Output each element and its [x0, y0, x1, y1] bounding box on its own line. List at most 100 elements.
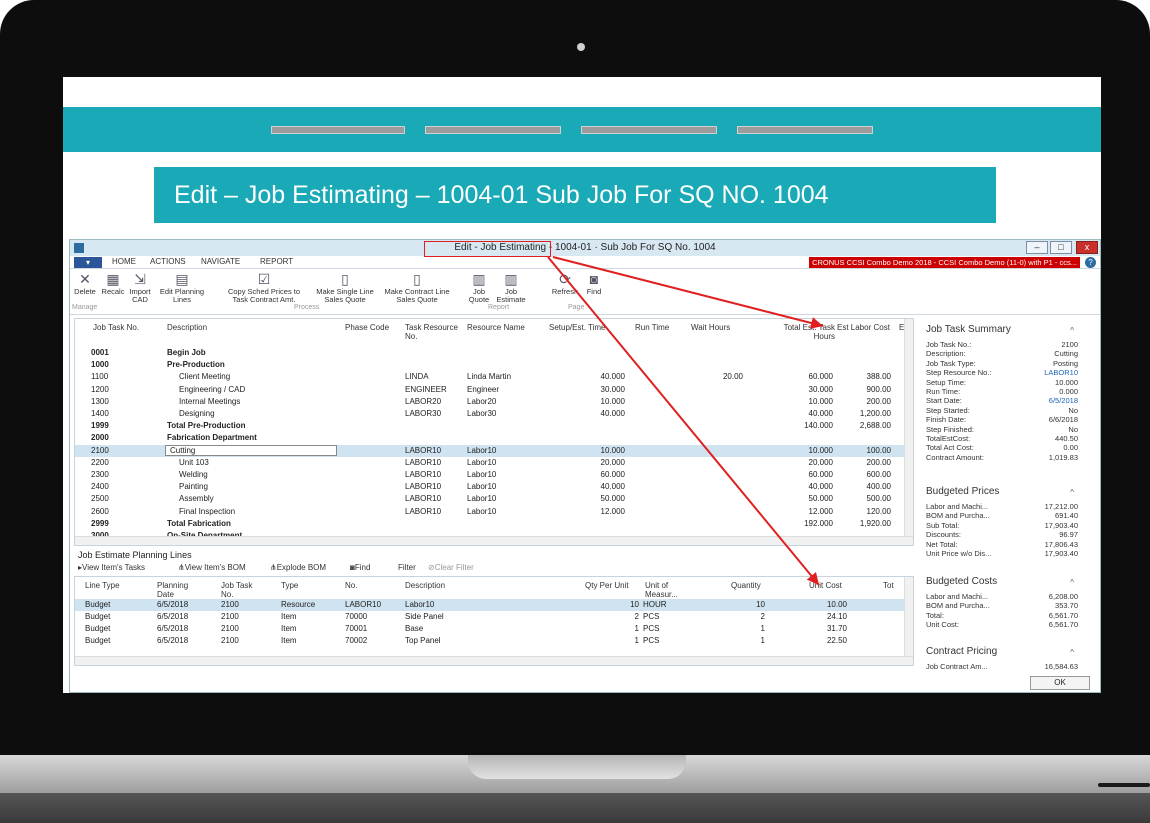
make-contract-line-quote-button[interactable]: ▯ Make Contract Line Sales Quote: [382, 271, 452, 304]
field-value: 17,903.40: [1044, 520, 1078, 530]
vertical-scrollbar[interactable]: [904, 577, 913, 665]
table-row[interactable]: 1400 Designing LABOR30 Labor30 40.000 40.000 1…: [75, 408, 905, 420]
description-cell: Base: [405, 624, 424, 633]
col-header-description[interactable]: Description: [167, 323, 207, 332]
edit-planning-lines-button[interactable]: ▤ Edit Planning Lines: [154, 271, 210, 304]
field-label: Run Time:: [926, 387, 961, 396]
col-header-setup-time[interactable]: Setup/Est. Time: [549, 323, 605, 332]
job-quote-button[interactable]: ▥ Job Quote: [466, 271, 492, 304]
find-button[interactable]: ◙ Find: [582, 271, 606, 296]
resource-name-cell: Labor10: [467, 445, 497, 455]
col-header-phase-code[interactable]: Phase Code: [345, 323, 389, 332]
table-row[interactable]: 2200 Unit 103 LABOR10 Labor10 20.000 20.000 20…: [75, 457, 905, 469]
group-label-process: Process: [294, 304, 320, 311]
import-cad-button[interactable]: ⇲ Import CAD: [127, 271, 153, 304]
tab-report[interactable]: REPORT: [260, 257, 293, 266]
recalc-button[interactable]: ▦ Recalc: [100, 271, 126, 296]
table-row[interactable]: 1100 Client Meeting LINDA Linda Martin 40.00…: [75, 371, 905, 383]
tab-navigate[interactable]: NAVIGATE: [201, 257, 240, 266]
field-label: TotalEstCost:: [926, 434, 971, 443]
table-row[interactable]: 1300 Internal Meetings LABOR20 Labor20 10.00…: [75, 396, 905, 408]
delete-button[interactable]: ✕ Delete: [72, 271, 98, 296]
col-header-quantity[interactable]: Quantity: [731, 581, 761, 590]
maximize-button[interactable]: □: [1050, 241, 1072, 254]
job-task-no-cell: 1400: [91, 409, 109, 418]
table-row[interactable]: Budget 6/5/2018 2100 Resource LABOR10 Labor10…: [75, 599, 905, 611]
table-row[interactable]: 1200 Engineering / CAD ENGINEER Engineer 30.…: [75, 384, 905, 396]
col-header-description[interactable]: Description: [405, 581, 445, 590]
ok-button[interactable]: OK: [1030, 676, 1090, 690]
table-row[interactable]: 2500 Assembly LABOR10 Labor10 50.000 50.000 50…: [75, 493, 905, 505]
est-labor-cost-cell: 388.00: [866, 372, 891, 382]
collapse-icon[interactable]: ^: [1070, 578, 1074, 587]
col-header-job-task-no[interactable]: Job Task No.: [221, 581, 261, 599]
col-header-est-labor-cost[interactable]: Est Labor Cost: [837, 323, 890, 332]
ribbon: ✕ Delete ▦ Recalc ⇲ Import CAD ▤ Edit Planni…: [70, 269, 1100, 315]
col-header-run-time[interactable]: Run Time: [635, 323, 669, 332]
table-row[interactable]: 1000 Pre-Production: [75, 359, 905, 371]
make-single-line-quote-button[interactable]: ▯ Make Single Line Sales Quote: [310, 271, 380, 304]
job-estimate-button[interactable]: ▥ Job Estimate: [494, 271, 528, 304]
tab-home[interactable]: HOME: [112, 257, 136, 266]
col-header-tot[interactable]: Tot: [883, 581, 894, 590]
line-type-cell: Budget: [85, 624, 111, 633]
collapse-icon[interactable]: ^: [1070, 488, 1074, 497]
table-row[interactable]: 2300 Welding LABOR10 Labor10 60.000 60.000 600…: [75, 469, 905, 481]
file-menu-button[interactable]: ▾: [74, 257, 102, 268]
col-header-unit-of-measure[interactable]: Unit of Measur...: [645, 581, 693, 599]
table-row[interactable]: 1999 Total Pre-Production 140.000 2,688.00: [75, 420, 905, 432]
est-labor-cost-cell: 100.00: [866, 445, 891, 455]
horizontal-scrollbar[interactable]: [75, 536, 913, 545]
find-planning-button[interactable]: ◙ Find: [350, 563, 370, 572]
no-cell: LABOR10: [345, 600, 382, 609]
view-items-tasks-button[interactable]: ▸ View Item's Tasks: [78, 563, 145, 572]
total-est-hours-cell: 60.000: [808, 372, 833, 382]
copy-sched-prices-button[interactable]: ☑ Copy Sched Prices to Task Contract Amt.: [220, 271, 308, 304]
annotation-highlight-box: [424, 241, 551, 257]
col-header-line-type[interactable]: Line Type: [85, 581, 120, 590]
collapse-icon[interactable]: ^: [1070, 648, 1074, 657]
col-header-total-est-hours[interactable]: Total Est. Task Hours: [765, 323, 835, 341]
resource-no-cell: LABOR10: [405, 506, 442, 516]
close-button[interactable]: x: [1076, 241, 1098, 254]
factbox-field: Labor and Machi... 6,208.00: [926, 592, 1078, 601]
explode-bom-button[interactable]: ⋔ Explode BOM: [270, 563, 326, 572]
resource-no-cell: LINDA: [405, 372, 429, 382]
group-label-page: Page: [568, 304, 585, 311]
horizontal-scrollbar[interactable]: [75, 656, 913, 665]
col-header-job-task-no[interactable]: Job Task No.: [93, 323, 139, 332]
budgeted-prices-title: Budgeted Prices: [926, 486, 1000, 497]
total-est-hours-cell: 40.000: [808, 409, 833, 418]
col-header-resource-name[interactable]: Resource Name: [467, 323, 525, 332]
collapse-icon[interactable]: ^: [1070, 326, 1074, 335]
minimize-button[interactable]: –: [1026, 241, 1048, 254]
table-row[interactable]: Budget 6/5/2018 2100 Item 70000 Side Panel 2 PC…: [75, 611, 905, 623]
col-header-unit-cost[interactable]: Unit Cost: [809, 581, 842, 590]
col-header-planning-date[interactable]: Planning Date: [157, 581, 197, 599]
col-header-no[interactable]: No.: [345, 581, 357, 590]
filter-button[interactable]: Filter: [398, 563, 416, 572]
help-icon[interactable]: ?: [1085, 257, 1096, 268]
table-row[interactable]: 2600 Final Inspection LABOR10 Labor10 12.000…: [75, 506, 905, 518]
refresh-button[interactable]: ⟳ Refresh: [548, 271, 582, 296]
est-labor-cost-cell: 600.00: [866, 470, 891, 479]
col-header-type[interactable]: Type: [281, 581, 298, 590]
view-items-bom-button[interactable]: ⋔ View Item's BOM: [178, 563, 246, 572]
table-row[interactable]: 2999 Total Fabrication 192.000 1,920.00: [75, 518, 905, 530]
table-row[interactable]: Budget 6/5/2018 2100 Item 70002 Top Panel 1 PCS…: [75, 635, 905, 647]
table-row[interactable]: 0001 Begin Job: [75, 347, 905, 359]
col-header-task-resource-no[interactable]: Task Resource No.: [405, 323, 465, 341]
clear-filter-button[interactable]: ⊘ Clear Filter: [428, 563, 474, 572]
col-header-wait-hours[interactable]: Wait Hours: [691, 323, 730, 332]
resource-name-cell: Labor10: [467, 482, 497, 492]
table-row[interactable]: 2000 Fabrication Department: [75, 432, 905, 444]
description-input[interactable]: Cutting: [165, 444, 337, 456]
col-header-qty-per-unit[interactable]: Qty Per Unit: [585, 581, 629, 590]
vertical-scrollbar[interactable]: [904, 319, 913, 545]
table-row[interactable]: 2400 Painting LABOR10 Labor10 40.000 40.000 40…: [75, 481, 905, 493]
job-task-summary-title: Job Task Summary: [926, 324, 1011, 335]
table-row[interactable]: Budget 6/5/2018 2100 Item 70001 Base 1 PCS 1 31.7…: [75, 623, 905, 635]
factbox-field: Unit Price w/o Dis... 17,903.40: [926, 549, 1078, 558]
tab-actions[interactable]: ACTIONS: [150, 257, 186, 266]
table-row[interactable]: 2100 Cutting LABOR10 Labor10 10.000 10.000 100…: [75, 444, 905, 457]
